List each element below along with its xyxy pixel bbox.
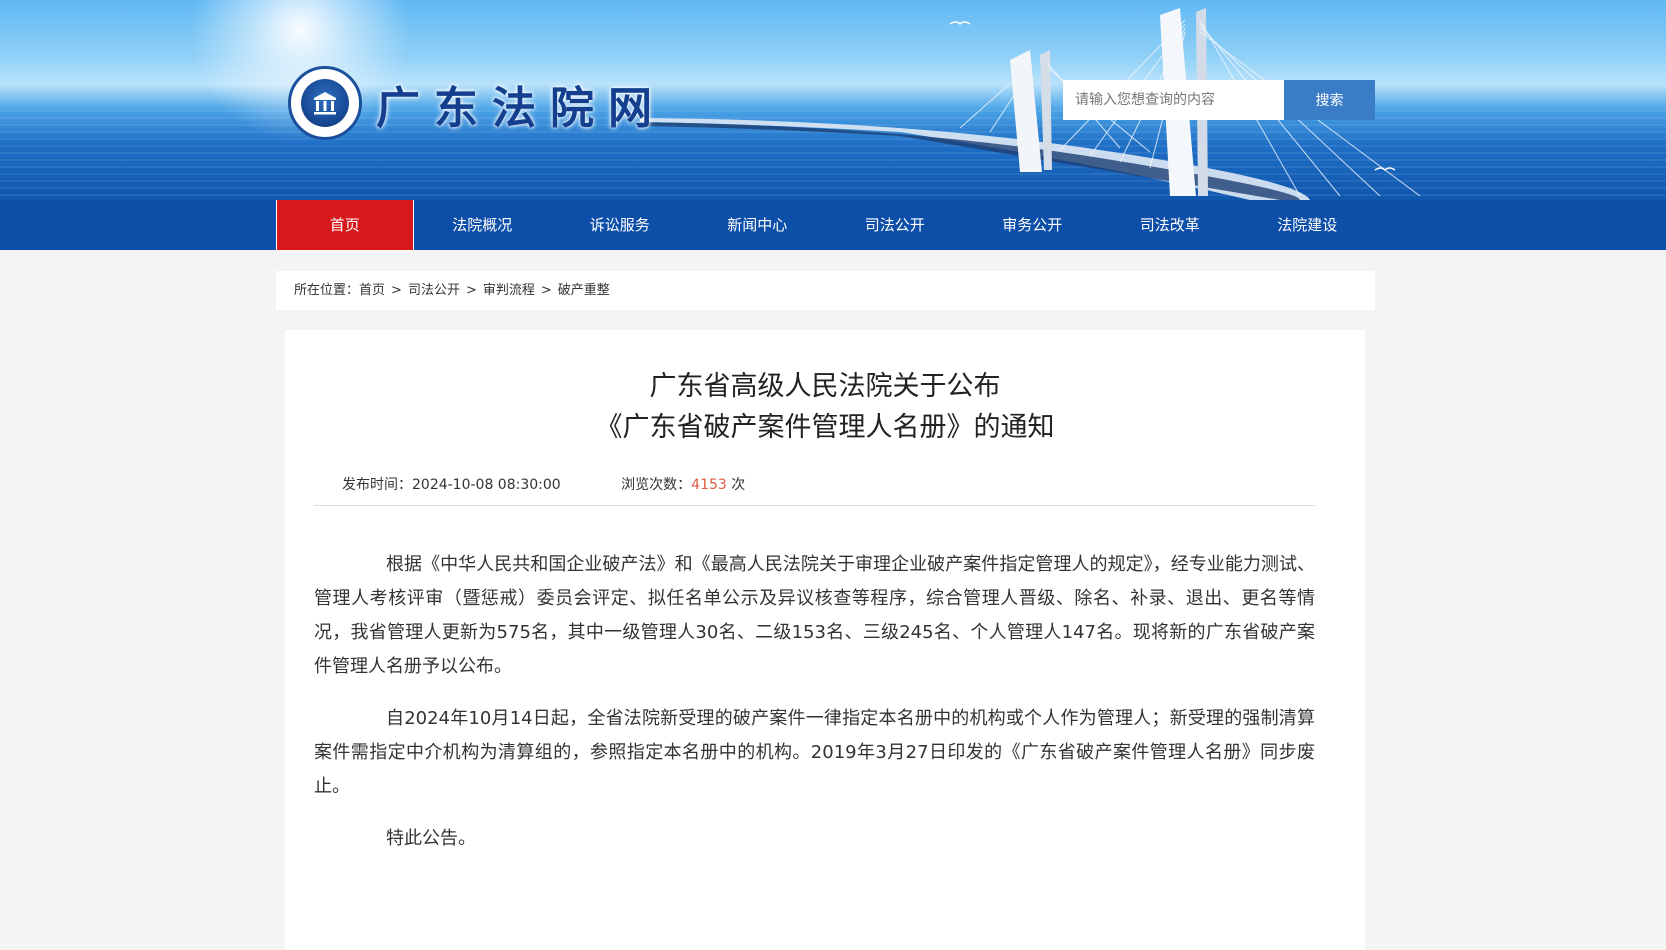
views-unit: 次 (731, 477, 746, 493)
nav-item-court-overview[interactable]: 法院概况 (414, 200, 552, 250)
search-input[interactable] (1063, 80, 1284, 120)
nav-item-trial-affairs[interactable]: 审务公开 (964, 200, 1102, 250)
breadcrumb-judicial-openness[interactable]: 司法公开 (408, 283, 460, 298)
nav-item-home[interactable]: 首页 (276, 200, 414, 250)
article-paragraph: 自2024年10月14日起，全省法院新受理的破产案件一律指定本名册中的机构或个人… (314, 708, 1315, 797)
emblem-icon (301, 79, 349, 127)
article-paragraph: 根据《中华人民共和国企业破产法》和《最高人民法院关于审理企业破产案件指定管理人的… (314, 554, 1315, 677)
main-nav: 首页 法院概况 诉讼服务 新闻中心 司法公开 审务公开 司法改革 法院建设 (0, 200, 1666, 250)
breadcrumb-trial-process[interactable]: 审判流程 (483, 283, 535, 298)
nav-item-judicial-reform[interactable]: 司法改革 (1101, 200, 1239, 250)
breadcrumb-separator: > (540, 283, 552, 298)
header-banner: 广东法院网 搜索 (0, 0, 1666, 200)
views-count: 4153 (691, 477, 727, 493)
article-title-line1: 广东省高级人民法院关于公布 (649, 371, 1001, 402)
views-label: 浏览次数： (621, 477, 692, 493)
article-title-line2: 《广东省破产案件管理人名册》的通知 (595, 412, 1055, 443)
nav-item-court-construction[interactable]: 法院建设 (1239, 200, 1377, 250)
breadcrumb-prefix: 所在位置： (294, 283, 360, 298)
article-title: 广东省高级人民法院关于公布 《广东省破产案件管理人名册》的通知 (285, 366, 1365, 448)
nav-item-judicial-openness[interactable]: 司法公开 (826, 200, 964, 250)
breadcrumb-home[interactable]: 首页 (359, 283, 385, 298)
court-emblem-logo[interactable] (288, 66, 362, 140)
publish-time: 2024-10-08 08:30:00 (412, 477, 561, 493)
breadcrumb: 所在位置：首页 > 司法公开 > 审判流程 > 破产重整 (276, 271, 1375, 310)
article-paragraph: 特此公告。 (386, 828, 476, 849)
search-button[interactable]: 搜索 (1284, 80, 1375, 120)
bridge-illustration (640, 8, 1421, 200)
meta-divider (314, 505, 1315, 506)
article-body: 根据《中华人民共和国企业破产法》和《最高人民法院关于审理企业破产案件指定管理人的… (314, 548, 1315, 874)
site-name-logo[interactable]: 广东法院网 (376, 72, 666, 136)
article-card: 广东省高级人民法院关于公布 《广东省破产案件管理人名册》的通知 发布时间：202… (285, 330, 1365, 950)
publish-label: 发布时间： (342, 477, 412, 493)
nav-item-news-center[interactable]: 新闻中心 (689, 200, 827, 250)
breadcrumb-bankruptcy[interactable]: 破产重整 (558, 283, 610, 298)
nav-item-litigation-services[interactable]: 诉讼服务 (551, 200, 689, 250)
breadcrumb-separator: > (391, 283, 402, 298)
article-meta: 发布时间：2024-10-08 08:30:00 浏览次数：4153 次 (342, 474, 745, 494)
breadcrumb-separator: > (465, 283, 477, 298)
nav-items: 首页 法院概况 诉讼服务 新闻中心 司法公开 审务公开 司法改革 法院建设 (276, 200, 1376, 250)
